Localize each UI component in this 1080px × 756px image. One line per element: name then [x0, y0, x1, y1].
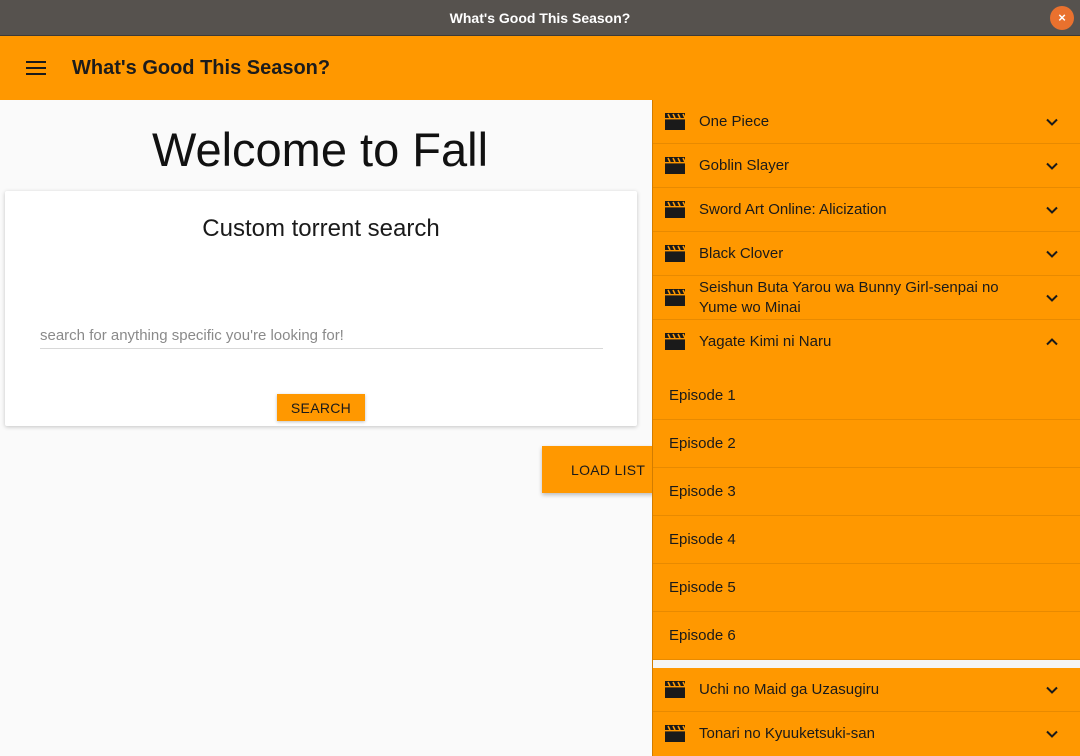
menu-icon[interactable] — [26, 61, 46, 75]
show-item[interactable]: Seishun Buta Yarou wa Bunny Girl-senpai … — [653, 276, 1080, 320]
show-title: Uchi no Maid ga Uzasugiru — [699, 681, 880, 698]
show-item[interactable]: Black Clover — [653, 232, 1080, 276]
show-item[interactable]: One Piece — [653, 100, 1080, 144]
chevron-up-icon — [1046, 338, 1058, 346]
movie-clapper-icon — [665, 725, 685, 742]
window-titlebar: What's Good This Season? × — [0, 0, 1080, 36]
chevron-down-icon — [1046, 294, 1058, 302]
movie-clapper-icon — [665, 201, 685, 218]
episode-item[interactable]: Episode 5 — [653, 564, 1080, 612]
chevron-down-icon — [1046, 206, 1058, 214]
movie-clapper-icon — [665, 113, 685, 130]
search-input[interactable] — [40, 323, 603, 349]
chevron-down-icon — [1046, 118, 1058, 126]
show-list-panel: One Piece Goblin Slayer Sword Art Online… — [652, 100, 1080, 756]
show-title: Seishun Buta Yarou wa Bunny Girl-senpai … — [699, 279, 999, 316]
welcome-heading: Welcome to Fall — [151, 123, 489, 176]
show-title: Goblin Slayer — [699, 157, 790, 174]
show-item[interactable]: Tonari no Kyuuketsuki-san — [653, 712, 1080, 756]
chevron-down-icon — [1046, 686, 1058, 694]
search-button[interactable]: SEARCH — [277, 394, 365, 421]
movie-clapper-icon — [665, 245, 685, 262]
app-bar: What's Good This Season? — [0, 36, 1080, 100]
show-item[interactable]: Uchi no Maid ga Uzasugiru — [653, 668, 1080, 712]
episode-item[interactable]: Episode 1 — [653, 372, 1080, 420]
movie-clapper-icon — [665, 289, 685, 306]
movie-clapper-icon — [665, 333, 685, 350]
show-item-expanded[interactable]: Yagate Kimi ni Naru — [653, 320, 1080, 364]
window-title: What's Good This Season? — [449, 10, 631, 26]
movie-clapper-icon — [665, 681, 685, 698]
show-title: Black Clover — [699, 245, 784, 262]
episode-item[interactable]: Episode 4 — [653, 516, 1080, 564]
show-title: One Piece — [699, 113, 770, 130]
movie-clapper-icon — [665, 157, 685, 174]
show-item[interactable]: Sword Art Online: Alicization — [653, 188, 1080, 232]
search-card: Custom torrent search SEARCH — [5, 191, 637, 426]
chevron-down-icon — [1046, 250, 1058, 258]
show-title: Tonari no Kyuuketsuki-san — [699, 725, 875, 742]
episode-item[interactable]: Episode 2 — [653, 420, 1080, 468]
load-list-button[interactable]: LOAD LIST — [542, 446, 668, 493]
episode-item[interactable]: Episode 6 — [653, 612, 1080, 660]
search-card-title: Custom torrent search — [202, 215, 440, 242]
divider — [653, 660, 1080, 668]
show-title: Sword Art Online: Alicization — [699, 201, 887, 218]
show-title: Yagate Kimi ni Naru — [699, 333, 832, 350]
app-title: What's Good This Season? — [72, 57, 331, 79]
chevron-down-icon — [1046, 730, 1058, 738]
episode-item[interactable]: Episode 3 — [653, 468, 1080, 516]
chevron-down-icon — [1046, 162, 1058, 170]
close-button[interactable]: × — [1050, 6, 1074, 30]
show-item[interactable]: Goblin Slayer — [653, 144, 1080, 188]
